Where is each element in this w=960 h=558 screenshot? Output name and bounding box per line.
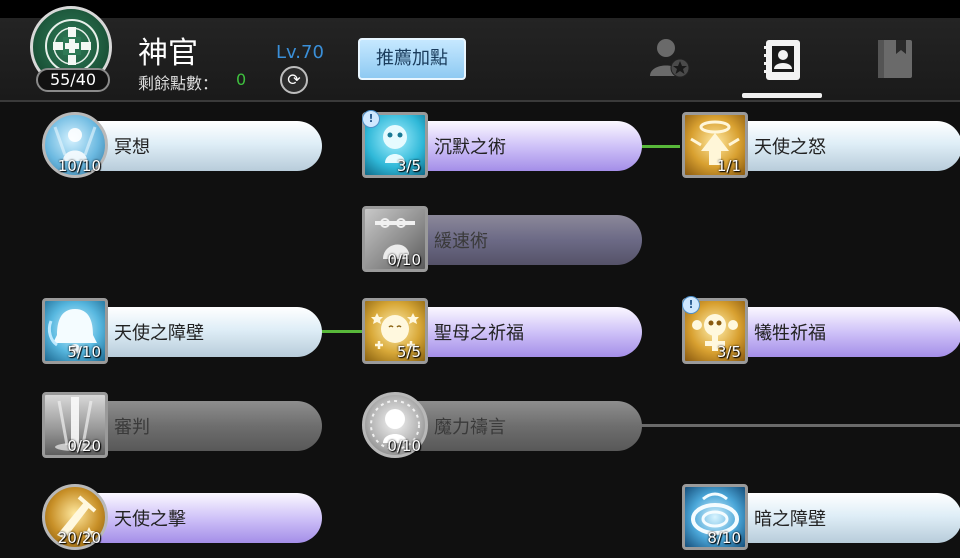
info-badge-icon[interactable]: !	[682, 296, 700, 314]
skill-sacrifice-blessing[interactable]: 犧牲祈福 3/5 !	[682, 296, 960, 364]
tab-character[interactable]	[648, 36, 692, 80]
skill-name: 聖母之祈福	[434, 323, 524, 344]
connector-magic-oath-next	[600, 424, 960, 427]
angel-wrath-icon: 1/1	[682, 112, 748, 178]
angel-barrier-icon: 5/10	[42, 298, 108, 364]
recommend-points-button[interactable]: 推薦加點	[358, 38, 466, 80]
skill-mother-blessing[interactable]: 聖母之祈福 5/5	[362, 298, 644, 364]
skill-level: 0/10	[387, 251, 421, 269]
meditation-icon: 10/10	[42, 112, 108, 178]
tab-collection[interactable]	[876, 38, 914, 80]
skill-level: 0/10	[387, 437, 421, 455]
skill-name: 審判	[114, 417, 150, 438]
remaining-points-value: 0	[236, 70, 247, 89]
skill-points-badge: 55/40	[36, 68, 110, 92]
skill-angel-strike[interactable]: 天使之擊 20/20	[42, 484, 324, 550]
skill-silence[interactable]: 沉默之術 3/5 !	[362, 110, 644, 178]
status-bar	[0, 0, 960, 18]
skill-angel-wrath[interactable]: 天使之怒 1/1	[682, 112, 960, 178]
skill-dark-barrier[interactable]: 暗之障壁 8/10	[682, 484, 960, 550]
magic-oath-icon: 0/10	[362, 392, 428, 458]
reset-points-button[interactable]: ⟳	[280, 66, 308, 94]
skill-name: 天使之障壁	[114, 323, 204, 344]
skill-meditation[interactable]: 冥想 10/10	[42, 112, 324, 178]
skill-name: 魔力禱言	[434, 417, 506, 438]
cross-emblem-icon	[45, 19, 99, 73]
tab-skills[interactable]	[762, 38, 806, 82]
skill-name: 緩速術	[434, 231, 488, 252]
skill-name: 冥想	[114, 137, 150, 158]
info-badge-icon[interactable]: !	[362, 110, 380, 128]
skill-level: 5/10	[67, 343, 101, 361]
skill-level: 5/5	[396, 343, 421, 361]
angel-strike-icon: 20/20	[42, 484, 108, 550]
skill-angel-barrier[interactable]: 天使之障壁 5/10	[42, 298, 324, 364]
skill-name: 天使之擊	[114, 509, 186, 530]
skill-level: 0/20	[67, 437, 101, 455]
skill-header: 55/40 神官 剩餘點數： 0 Lv.70 ⟳ 推薦加點	[0, 0, 960, 102]
character-level: Lv.70	[276, 42, 324, 63]
slow-icon: 0/10	[362, 206, 428, 272]
skill-name: 沉默之術	[434, 137, 506, 158]
skill-level: 3/5	[716, 343, 741, 361]
skill-name: 暗之障壁	[754, 509, 826, 530]
dark-barrier-icon: 8/10	[682, 484, 748, 550]
skill-book-icon	[764, 40, 800, 80]
skill-level: 10/10	[57, 157, 101, 175]
skill-name: 犧牲祈福	[754, 323, 826, 344]
bookmark-book-icon	[878, 40, 912, 78]
judgment-icon: 0/20	[42, 392, 108, 458]
skill-slow[interactable]: 緩速術 0/10	[362, 206, 644, 272]
skill-level: 1/1	[716, 157, 741, 175]
character-icon	[650, 39, 690, 78]
active-tab-indicator	[742, 93, 822, 98]
class-name: 神官	[138, 36, 198, 71]
skill-level: 20/20	[57, 529, 101, 547]
mother-blessing-icon: 5/5	[362, 298, 428, 364]
skill-judgment[interactable]: 審判 0/20	[42, 392, 324, 458]
skill-level: 3/5	[396, 157, 421, 175]
skill-magic-oath[interactable]: 魔力禱言 0/10	[362, 392, 644, 458]
refresh-icon: ⟳	[287, 70, 301, 89]
remaining-points-label: 剩餘點數：	[138, 74, 219, 93]
skill-level: 8/10	[707, 529, 741, 547]
skill-name: 天使之怒	[754, 137, 826, 158]
